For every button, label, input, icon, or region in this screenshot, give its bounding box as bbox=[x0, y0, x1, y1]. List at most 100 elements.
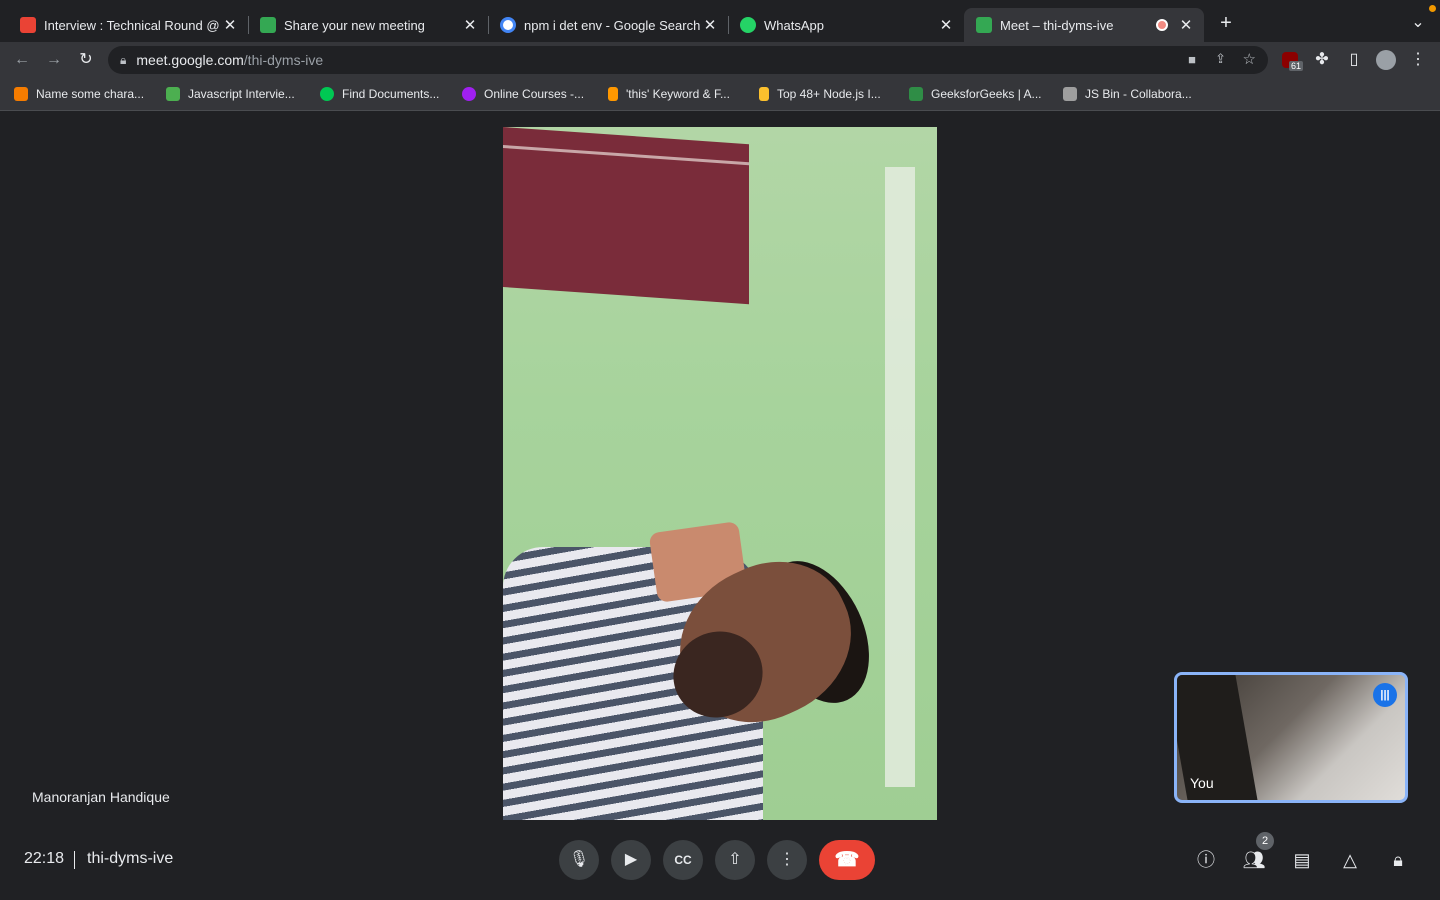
tab-title: Share your new meeting bbox=[284, 17, 425, 33]
host-controls-button[interactable]: 🔒︎ bbox=[1386, 848, 1410, 872]
bookmark-icon bbox=[14, 87, 28, 101]
tab-whatsapp[interactable]: WhatsApp ✕ bbox=[728, 8, 964, 42]
bookmark-icon bbox=[320, 87, 334, 101]
tab-google-search[interactable]: npm i det env - Google Search ✕ bbox=[488, 8, 728, 42]
bookmark-icon bbox=[759, 87, 769, 101]
lock-icon: 🔒︎ bbox=[120, 52, 127, 67]
more-options-button[interactable]: ⋮ bbox=[767, 840, 807, 880]
microphone-button[interactable]: 🎙︎ bbox=[559, 840, 599, 880]
bookmark-item[interactable]: JS Bin - Collabora... bbox=[1063, 85, 1192, 103]
bookmark-item[interactable]: Top 48+ Node.js I... bbox=[759, 85, 881, 103]
meeting-clock: 22:18 bbox=[24, 850, 65, 867]
bookmark-icon bbox=[166, 87, 180, 101]
tab-gmail[interactable]: Interview : Technical Round @ ✕ bbox=[8, 8, 248, 42]
recording-icon bbox=[1156, 19, 1168, 31]
microphone-icon: 🎙︎ bbox=[568, 851, 590, 868]
present-button[interactable]: ⇧ bbox=[715, 840, 755, 880]
participant-video[interactable] bbox=[503, 127, 937, 820]
close-icon[interactable]: ✕ bbox=[936, 16, 956, 34]
side-panel-icon[interactable]: ▯ bbox=[1344, 50, 1364, 70]
tab-share-meeting[interactable]: Share your new meeting ✕ bbox=[248, 8, 488, 42]
tab-strip: Interview : Technical Round @ ✕ Share yo… bbox=[0, 0, 1440, 42]
tab-title: Interview : Technical Round @ bbox=[44, 17, 220, 33]
url-path: /thi-dyms-ive bbox=[243, 52, 324, 68]
gmail-icon bbox=[20, 17, 36, 33]
video-content bbox=[885, 167, 915, 787]
meeting-details-button[interactable]: ⓘ bbox=[1194, 848, 1218, 872]
people-icon: 👥︎ bbox=[1242, 850, 1266, 870]
meeting-controls-bar: 22:18 thi-dyms-ive 🎙︎ ▶ CC ⇧ ⋮ ☎︎ ⓘ 👥︎ 2… bbox=[0, 820, 1440, 900]
hang-up-icon: ☎︎ bbox=[834, 849, 860, 871]
bookmark-label: Top 48+ Node.js I... bbox=[777, 87, 881, 101]
toolbar: ← → ↻ 🔒︎ meet.google.com /thi-dyms-ive ■… bbox=[0, 42, 1440, 78]
camera-button[interactable]: ▶ bbox=[611, 840, 651, 880]
bookmark-item[interactable]: Name some chara... bbox=[14, 85, 144, 103]
meeting-code: thi-dyms-ive bbox=[87, 850, 174, 867]
bookmark-icon bbox=[909, 87, 923, 101]
meeting-stage: Manoranjan Handique ||| You bbox=[0, 111, 1440, 900]
share-icon[interactable]: ⇪ bbox=[1215, 51, 1226, 67]
info-icon: ⓘ bbox=[1197, 850, 1215, 870]
browser-chrome: Interview : Technical Round @ ✕ Share yo… bbox=[0, 0, 1440, 111]
close-icon[interactable]: ✕ bbox=[460, 16, 480, 34]
chat-button[interactable]: ▤ bbox=[1290, 848, 1314, 872]
bookmark-item[interactable]: Find Documents... bbox=[320, 85, 439, 103]
profile-avatar[interactable] bbox=[1376, 50, 1396, 70]
close-icon[interactable]: ✕ bbox=[1176, 16, 1196, 34]
bookmark-label: JS Bin - Collabora... bbox=[1085, 87, 1192, 101]
address-bar[interactable]: 🔒︎ meet.google.com /thi-dyms-ive ■ ⇪ ☆ bbox=[108, 46, 1268, 74]
bookmark-label: Find Documents... bbox=[342, 87, 440, 101]
meet-icon bbox=[260, 17, 276, 33]
bookmark-label: GeeksforGeeks | A... bbox=[931, 87, 1042, 101]
bookmark-icon bbox=[1063, 87, 1077, 101]
forward-icon[interactable]: → bbox=[44, 50, 64, 70]
more-vert-icon: ⋮ bbox=[779, 851, 795, 868]
speaking-indicator-icon: ||| bbox=[1373, 683, 1397, 707]
extensions-icon[interactable]: ✤ bbox=[1312, 50, 1332, 70]
back-icon[interactable]: ← bbox=[12, 50, 32, 70]
bookmark-label: 'this' Keyword & F... bbox=[626, 87, 730, 101]
whatsapp-icon bbox=[740, 17, 756, 33]
participant-name: Manoranjan Handique bbox=[32, 789, 170, 805]
reload-icon[interactable]: ↻ bbox=[76, 50, 96, 70]
lock-person-icon: 🔒︎ bbox=[1393, 850, 1403, 870]
people-button[interactable]: 👥︎ bbox=[1242, 848, 1266, 872]
bookmark-label: Javascript Intervie... bbox=[188, 87, 295, 101]
camera-icon[interactable]: ■ bbox=[1188, 52, 1196, 67]
new-tab-icon[interactable]: + bbox=[1216, 13, 1236, 33]
captions-icon: CC bbox=[674, 853, 692, 867]
self-label: You bbox=[1190, 775, 1214, 791]
bookmark-item[interactable]: Online Courses -... bbox=[462, 85, 584, 103]
bookmark-label: Online Courses -... bbox=[484, 87, 585, 101]
tab-meet-active[interactable]: Meet – thi-dyms-ive ✕ bbox=[964, 8, 1204, 42]
tab-title: npm i det env - Google Search bbox=[524, 17, 700, 33]
close-icon[interactable]: ✕ bbox=[700, 16, 720, 34]
bookmark-item[interactable]: 'this' Keyword & F... bbox=[608, 85, 730, 103]
activities-button[interactable]: △ bbox=[1338, 848, 1362, 872]
bookmark-item[interactable]: GeeksforGeeks | A... bbox=[909, 85, 1042, 103]
present-screen-icon: ⇧ bbox=[728, 851, 742, 868]
bookmark-icon bbox=[608, 87, 618, 101]
bookmark-icon bbox=[462, 87, 476, 101]
meet-icon bbox=[976, 17, 992, 33]
tab-title: WhatsApp bbox=[764, 17, 824, 33]
divider bbox=[74, 851, 75, 869]
google-icon bbox=[500, 17, 516, 33]
tab-search-icon[interactable]: ⌄ bbox=[1408, 13, 1428, 33]
video-content bbox=[1177, 675, 1259, 800]
bookmark-label: Name some chara... bbox=[36, 87, 145, 101]
star-icon[interactable]: ☆ bbox=[1243, 50, 1256, 68]
leave-call-button[interactable]: ☎︎ bbox=[819, 840, 875, 880]
video-camera-icon: ▶ bbox=[624, 851, 638, 868]
captions-button[interactable]: CC bbox=[663, 840, 703, 880]
close-icon[interactable]: ✕ bbox=[220, 16, 240, 34]
extension-badge: 61 bbox=[1289, 61, 1304, 71]
participant-count-badge: 2 bbox=[1256, 832, 1274, 850]
chat-icon: ▤ bbox=[1293, 850, 1311, 870]
menu-icon[interactable]: ⋮ bbox=[1408, 50, 1428, 70]
url-host: meet.google.com bbox=[136, 52, 244, 68]
bookmark-item[interactable]: Javascript Intervie... bbox=[166, 85, 295, 103]
tab-title: Meet – thi-dyms-ive bbox=[1000, 17, 1114, 33]
notification-dot bbox=[1429, 5, 1436, 12]
self-view-tile[interactable]: ||| You bbox=[1174, 672, 1408, 803]
